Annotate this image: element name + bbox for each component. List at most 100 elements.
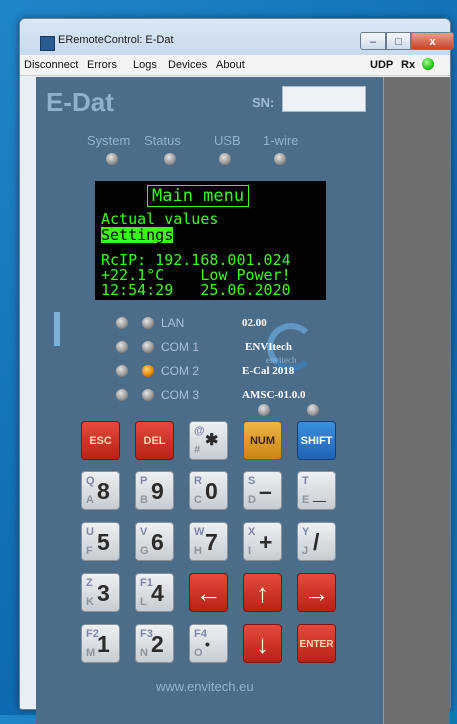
del-key[interactable]: DEL — [135, 421, 174, 460]
key-9-top: P — [140, 475, 148, 487]
key-2[interactable]: F3 2 N — [135, 624, 174, 663]
sn-field[interactable] — [282, 86, 366, 112]
symbol-key-main: ✱ — [205, 432, 219, 449]
key-4[interactable]: F1 4 L — [135, 573, 174, 612]
key-slash-top: Y — [302, 526, 310, 538]
title-bar[interactable]: ERemoteControl: E-Dat – □ x — [20, 19, 454, 55]
menu-entry-settings: Settings — [101, 226, 174, 244]
key-slash[interactable]: Y / J — [297, 522, 336, 561]
key-8[interactable]: Q8A — [81, 471, 120, 510]
left-arrow-key[interactable]: ← — [189, 573, 228, 612]
status-label: Status — [144, 133, 181, 148]
com2-led-2 — [142, 365, 154, 377]
key-5[interactable]: U5F — [81, 522, 120, 561]
key-3-main: 3 — [97, 580, 110, 606]
aux-led-2 — [307, 404, 319, 416]
logo-watermark: envitech — [266, 355, 297, 365]
symbol-key[interactable]: @ ✱ # — [189, 421, 228, 460]
key-7-top: W — [194, 526, 205, 538]
company-name: ENVItech — [245, 341, 293, 353]
udp-indicator: UDP — [370, 59, 394, 71]
firmware-version: 02.00 — [242, 317, 267, 329]
key-3-bottom: K — [86, 596, 94, 608]
calibration-label: E-Cal 2018 — [242, 365, 295, 377]
num-key[interactable]: NUM — [243, 421, 282, 460]
menu-devices[interactable]: Devices — [168, 59, 207, 71]
key-minus[interactable]: S – D — [243, 471, 282, 510]
close-button[interactable]: x — [411, 32, 454, 50]
key-5-top: U — [86, 526, 94, 538]
key-underscore-main: _ — [313, 478, 326, 504]
com1-label: COM 1 — [161, 340, 200, 354]
key-plus-top: X — [248, 526, 256, 538]
key-underscore-top: T — [302, 475, 309, 487]
com1-led-1 — [116, 341, 128, 353]
status-led — [164, 153, 176, 165]
side-marker — [54, 312, 60, 346]
window-title: ERemoteControl: E-Dat — [58, 34, 174, 46]
key-6-top: V — [140, 526, 148, 538]
esc-key[interactable]: ESC — [81, 421, 120, 460]
maximize-button[interactable]: □ — [386, 32, 411, 50]
device-brand: E-Dat — [46, 87, 114, 117]
com3-label: COM 3 — [161, 388, 200, 402]
system-led — [106, 153, 118, 165]
menu-logs[interactable]: Logs — [133, 59, 157, 71]
key-1-main: 1 — [97, 631, 110, 657]
key-9-bottom: B — [140, 494, 148, 506]
app-icon — [40, 36, 55, 51]
key-7-main: 7 — [205, 529, 218, 555]
key-2-main: 2 — [151, 631, 164, 657]
lan-label: LAN — [161, 316, 185, 330]
rx-led — [422, 58, 434, 70]
key-underscore[interactable]: T _ E — [297, 471, 336, 510]
key-6-main: 6 — [151, 529, 164, 555]
key-slash-bottom: J — [302, 545, 309, 557]
app-window: ERemoteControl: E-Dat – □ x Disconnect E… — [19, 18, 454, 724]
aux-led-1 — [258, 404, 270, 416]
down-arrow-key[interactable]: ↓ — [243, 624, 282, 663]
key-0-bottom: C — [194, 494, 202, 506]
com1-led-2 — [142, 341, 154, 353]
menu-disconnect[interactable]: Disconnect — [24, 59, 78, 71]
key-0[interactable]: R0C — [189, 471, 228, 510]
key-3-top: Z — [86, 577, 93, 589]
key-dot[interactable]: F4 • O — [189, 624, 228, 663]
key-underscore-bottom: E — [302, 494, 310, 506]
symbol-key-top: @ — [194, 425, 205, 437]
module-version: AMSC-01.0.0 — [242, 389, 306, 401]
website-footer: www.envitech.eu — [156, 679, 254, 694]
key-6[interactable]: V6G — [135, 522, 174, 561]
key-6-bottom: G — [140, 545, 149, 557]
key-5-bottom: F — [86, 545, 93, 557]
menu-bar: Disconnect Errors Logs Devices About UDP… — [20, 55, 450, 76]
key-1[interactable]: F2 1 M — [81, 624, 120, 663]
key-plus-main: + — [259, 529, 273, 555]
key-plus[interactable]: X + I — [243, 522, 282, 561]
key-8-bottom: A — [86, 494, 94, 506]
key-9[interactable]: P9B — [135, 471, 174, 510]
menu-errors[interactable]: Errors — [87, 59, 117, 71]
rx-label: Rx — [401, 59, 416, 71]
right-arrow-key[interactable]: → — [297, 573, 336, 612]
key-1-bottom: M — [86, 647, 96, 659]
shift-key[interactable]: SHIFT — [297, 421, 336, 460]
key-7[interactable]: W7H — [189, 522, 228, 561]
minimize-button[interactable]: – — [360, 32, 386, 50]
key-3[interactable]: Z3K — [81, 573, 120, 612]
key-4-main: 4 — [151, 580, 164, 606]
enter-key[interactable]: ENTER — [297, 624, 336, 663]
key-8-top: Q — [86, 475, 95, 487]
lan-led-2 — [142, 317, 154, 329]
system-label: System — [87, 133, 131, 148]
menu-about[interactable]: About — [216, 59, 245, 71]
key-minus-main: – — [259, 478, 272, 504]
up-arrow-key[interactable]: ↑ — [243, 573, 282, 612]
lan-led-1 — [116, 317, 128, 329]
symbol-key-bottom: # — [194, 444, 201, 456]
key-dot-main: • — [205, 636, 210, 652]
key-4-bottom: L — [140, 596, 147, 608]
com3-led-1 — [116, 389, 128, 401]
sn-label: SN: — [252, 95, 275, 110]
display-title: Main menu — [147, 185, 250, 207]
